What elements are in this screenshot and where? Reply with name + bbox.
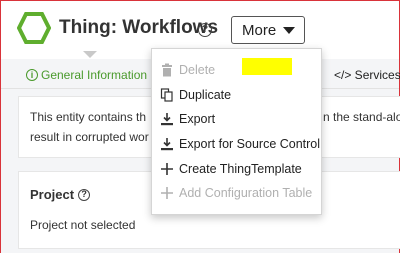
- duplicate-icon: [160, 88, 173, 102]
- menu-item-export-source-control[interactable]: Export for Source Control: [152, 132, 321, 156]
- description-text-line1-right: n the stand-alo: [323, 110, 400, 124]
- tab-general-information[interactable]: i General Information: [26, 68, 147, 82]
- yellow-highlight-annotation: [242, 58, 292, 75]
- page-header: Thing: Workflows ? More: [1, 1, 399, 51]
- menu-item-create-thingtemplate[interactable]: Create ThingTemplate: [152, 157, 321, 181]
- caret-down-icon: [283, 27, 295, 34]
- menu-item-label: Export: [179, 112, 216, 126]
- more-button-label: More: [242, 21, 277, 39]
- tab-services[interactable]: </> Services: [334, 68, 400, 82]
- plus-icon: [161, 187, 173, 199]
- menu-item-duplicate[interactable]: Duplicate: [152, 83, 321, 107]
- download-icon: [161, 113, 173, 126]
- tab-general-label: General Information: [41, 68, 148, 82]
- page-title: Thing: Workflows: [59, 17, 219, 38]
- more-dropdown-menu: Delete Duplicate Export Export for Sourc…: [151, 48, 322, 215]
- thing-hexagon-icon: [17, 12, 51, 44]
- active-tab-pointer: [83, 51, 97, 58]
- plus-icon: [161, 163, 173, 175]
- project-heading-label: Project: [30, 187, 75, 202]
- menu-item-label: Export for Source Control: [179, 137, 321, 151]
- description-text-line2: result in corrupted wor: [30, 130, 149, 144]
- menu-item-export[interactable]: Export: [152, 107, 321, 131]
- download-icon: [161, 138, 173, 151]
- question-circle-icon[interactable]: ?: [198, 23, 212, 37]
- description-text-line1: This entity contains th: [30, 110, 147, 124]
- trash-icon: [162, 63, 172, 77]
- project-heading: Project ?: [30, 187, 91, 202]
- question-circle-icon[interactable]: ?: [78, 188, 91, 201]
- menu-item-delete: Delete: [152, 58, 321, 82]
- menu-item-label: Add Configuration Table: [179, 186, 313, 200]
- menu-item-label: Delete: [179, 63, 216, 77]
- menu-item-label: Duplicate: [179, 88, 232, 102]
- project-value: Project not selected: [30, 218, 136, 232]
- more-button[interactable]: More: [231, 16, 305, 44]
- menu-item-add-configuration-table: Add Configuration Table: [152, 181, 321, 205]
- menu-item-label: Create ThingTemplate: [179, 162, 302, 176]
- info-icon: i: [26, 69, 38, 81]
